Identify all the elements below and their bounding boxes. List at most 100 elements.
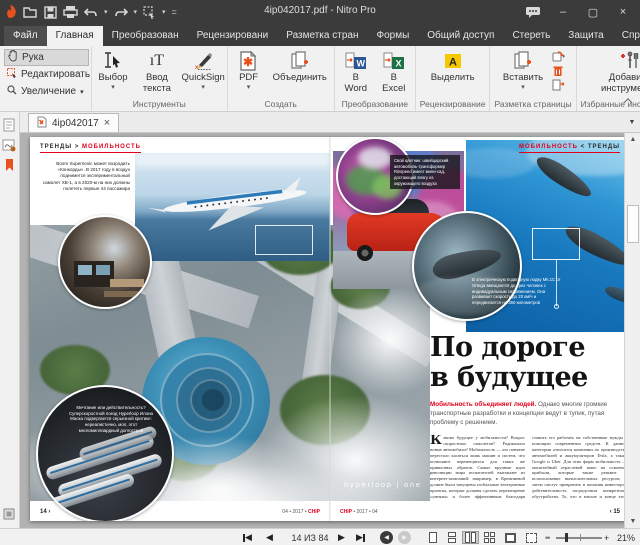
select-button[interactable]: Выбор ▾ bbox=[96, 48, 130, 92]
submarine-caption: В электрическую подводную лодку Mk.1C от… bbox=[466, 277, 562, 306]
excel-icon: X bbox=[383, 50, 405, 72]
tab-review[interactable]: Рецензировани bbox=[188, 26, 278, 46]
ribbon-group-page-layout: Вставить ▾ ▾ Разметка страницы bbox=[490, 46, 576, 111]
page-indicator[interactable]: 14 ИЗ 84 bbox=[284, 531, 336, 544]
last-page-button[interactable]: ▶ bbox=[356, 531, 365, 544]
collapse-ribbon-button[interactable] bbox=[625, 98, 634, 104]
close-button[interactable]: × bbox=[608, 0, 638, 24]
maximize-button[interactable]: ▢ bbox=[578, 0, 608, 24]
document-tab[interactable]: 4ip042017 × bbox=[28, 113, 119, 132]
document-tab-strip: 4ip042017 × bbox=[20, 112, 624, 133]
tab-convert[interactable]: Преобразован bbox=[103, 26, 188, 46]
minimize-button[interactable]: – bbox=[548, 0, 578, 24]
left-page-number: 14 › bbox=[40, 509, 50, 515]
nitro-pro-window: ▾ ▾ ▾ = 4ip042017.pdf - Nitro Pro – ▢ × … bbox=[0, 0, 640, 545]
supersonic-jet-photo bbox=[135, 153, 330, 261]
car-caption: Свой цветник: швейцарский автомобиль-тра… bbox=[390, 155, 460, 189]
ribbon-view-tools: Рука Редактировать Увеличение ▾ bbox=[0, 46, 92, 111]
car-wheel bbox=[357, 245, 373, 261]
svg-text:X: X bbox=[395, 59, 401, 69]
zoom-dropdown[interactable]: ▾ bbox=[80, 88, 84, 96]
scrollbar-thumb[interactable] bbox=[627, 205, 639, 243]
tab-protect[interactable]: Защита bbox=[559, 26, 612, 46]
zoom-out-button[interactable]: − bbox=[545, 531, 550, 544]
feedback-icon[interactable] bbox=[518, 0, 548, 24]
tab-list-dropdown[interactable]: ▼ bbox=[624, 112, 640, 133]
fit-width-button[interactable] bbox=[523, 531, 540, 544]
tab-share[interactable]: Общий доступ bbox=[418, 26, 503, 46]
tab-page-layout[interactable]: Разметка стран bbox=[277, 26, 367, 46]
word-icon: W bbox=[345, 50, 367, 72]
hand-icon bbox=[8, 50, 18, 65]
type-text-button[interactable]: ıT Ввод текста bbox=[134, 48, 180, 95]
svg-text:▾: ▾ bbox=[562, 54, 565, 60]
page-layout-mini-buttons: ▾ bbox=[550, 48, 566, 91]
drop-cap: К bbox=[430, 435, 442, 446]
tab-home[interactable]: Главная bbox=[47, 26, 103, 46]
document-tab-label: 4ip042017 bbox=[52, 118, 99, 129]
type-text-icon: ıT bbox=[150, 50, 164, 72]
body-column-1: Каково будущее у мобильности? Вопрос ско… bbox=[430, 435, 525, 499]
to-excel-button[interactable]: X В Excel bbox=[377, 48, 411, 95]
attachments-panel-icon[interactable] bbox=[2, 507, 17, 522]
fit-page-button[interactable] bbox=[502, 531, 519, 544]
tab-help[interactable]: Справка bbox=[613, 26, 640, 46]
previous-page-button[interactable]: ◀ bbox=[266, 531, 273, 544]
status-bar: ◀ ◀ 14 ИЗ 84 ▶ ▶ ◀ ▶ − − + 21% bbox=[0, 528, 640, 545]
highlight-icon: A bbox=[444, 50, 462, 72]
first-page-button[interactable]: ◀ bbox=[243, 531, 252, 544]
add-tools-button[interactable]: Добавить инструменты bbox=[581, 48, 640, 95]
scroll-up-icon[interactable]: ▲ bbox=[627, 136, 639, 143]
add-tools-icon bbox=[619, 50, 640, 72]
vertical-scrollbar[interactable]: ▲ ▼ bbox=[624, 133, 640, 528]
rotate-pages-button[interactable]: ▾ bbox=[550, 50, 566, 63]
extract-pages-button[interactable] bbox=[550, 78, 566, 91]
plane-caption: Boom Supersonic может возродить «Конкорд… bbox=[42, 161, 130, 192]
continuous-view-button[interactable] bbox=[443, 531, 460, 544]
insert-pages-button[interactable]: Вставить ▾ bbox=[500, 48, 546, 92]
two-page-view-button[interactable] bbox=[462, 531, 479, 544]
left-panel-bar bbox=[0, 112, 20, 528]
zoom-slider-track[interactable] bbox=[556, 537, 602, 539]
article-headline: По дороге в будущее bbox=[430, 333, 624, 393]
close-document-icon[interactable]: × bbox=[104, 117, 110, 129]
create-pdf-button[interactable]: ✱ PDF ▾ bbox=[232, 48, 266, 92]
pdf-star-icon: ✱ bbox=[240, 50, 257, 72]
scroll-down-icon[interactable]: ▼ bbox=[627, 518, 639, 525]
bookmarks-panel-icon[interactable] bbox=[2, 158, 17, 173]
zoom-in-button[interactable]: + bbox=[604, 531, 609, 544]
left-page-header: ТРЕНДЫ > МОБИЛЬНОСТЬ bbox=[40, 144, 141, 153]
highlight-button[interactable]: A Выделить bbox=[428, 48, 478, 84]
single-page-view-button[interactable] bbox=[424, 531, 441, 544]
title-bar: ▾ ▾ ▾ = 4ip042017.pdf - Nitro Pro – ▢ × bbox=[0, 0, 640, 24]
edit-button[interactable]: Редактировать bbox=[4, 66, 89, 83]
tab-file[interactable]: Файл bbox=[4, 26, 47, 46]
delete-pages-button[interactable] bbox=[550, 64, 566, 77]
previous-view-button[interactable]: ◀ bbox=[380, 531, 393, 544]
next-view-button[interactable]: ▶ bbox=[398, 531, 411, 544]
next-page-button[interactable]: ▶ bbox=[338, 531, 345, 544]
left-page-footer: 04 • 2017 • CHIP bbox=[205, 509, 320, 515]
tab-erase[interactable]: Стереть bbox=[503, 26, 559, 46]
zoom-slider-thumb[interactable] bbox=[565, 533, 568, 542]
pages-panel-icon[interactable] bbox=[2, 118, 17, 133]
zoom-level[interactable]: 21% bbox=[614, 531, 638, 544]
document-canvas[interactable]: ТРЕНДЫ > МОБИЛЬНОСТЬ bbox=[20, 133, 624, 528]
ribbon-tab-strip: Файл Главная Преобразован Рецензировани … bbox=[0, 24, 640, 46]
right-page-header: МОБИЛЬНОСТЬ < ТРЕНДЫ bbox=[519, 144, 620, 153]
body-column-2: ставить его работать на собственные нужд… bbox=[532, 435, 624, 499]
tab-forms[interactable]: Формы bbox=[367, 26, 418, 46]
hyperloop-watermark: hyperloop | one bbox=[344, 481, 430, 489]
right-page-footer: CHIP • 2017 • 04 bbox=[340, 509, 378, 515]
hyperloop-pods-inset: Мечтание или действительность? Суперскор… bbox=[36, 385, 174, 521]
pdf-page-spread: ТРЕНДЫ > МОБИЛЬНОСТЬ bbox=[30, 137, 624, 521]
signatures-panel-icon[interactable] bbox=[2, 138, 17, 153]
quicksign-button[interactable]: x QuickSign ▾ bbox=[184, 48, 223, 92]
two-page-continuous-button[interactable] bbox=[481, 531, 498, 544]
to-word-button[interactable]: W В Word bbox=[339, 48, 373, 95]
right-page-number: ‹ 15 bbox=[610, 509, 620, 515]
hyperloop-caption: Мечтание или действительность? Суперскор… bbox=[68, 405, 154, 434]
combine-button[interactable]: Объединить bbox=[270, 48, 330, 84]
hand-tool-button[interactable]: Рука bbox=[4, 49, 89, 66]
zoom-button[interactable]: Увеличение ▾ bbox=[4, 83, 89, 100]
